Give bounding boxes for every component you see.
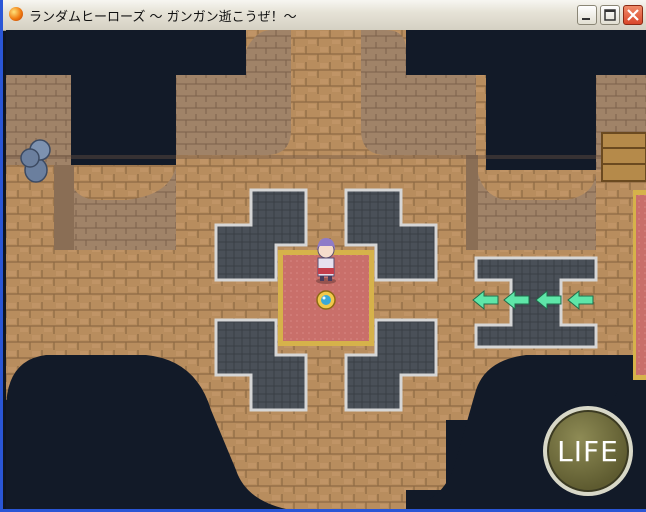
orange-orb-icon — [9, 7, 23, 21]
game-window: ランダムヒーローズ ～ ガンガン逝こうぜ！～ LIFE — [0, 0, 646, 512]
save-orb — [316, 290, 336, 310]
minimize-icon — [582, 18, 590, 20]
life-label: LIFE — [557, 435, 619, 468]
close-button[interactable] — [623, 5, 643, 25]
close-icon — [627, 9, 639, 21]
maximize-button[interactable] — [600, 5, 620, 25]
game-viewport[interactable]: LIFE — [6, 30, 646, 509]
life-gauge: LIFE — [543, 406, 633, 496]
minimize-button[interactable] — [577, 5, 597, 25]
maximize-icon — [604, 9, 616, 21]
window-title: ランダムヒーローズ ～ ガンガン逝こうぜ！～ — [29, 10, 297, 25]
wooden-crate — [601, 132, 646, 182]
title-bar[interactable]: ランダムヒーローズ ～ ガンガン逝こうぜ！～ — [3, 0, 646, 31]
